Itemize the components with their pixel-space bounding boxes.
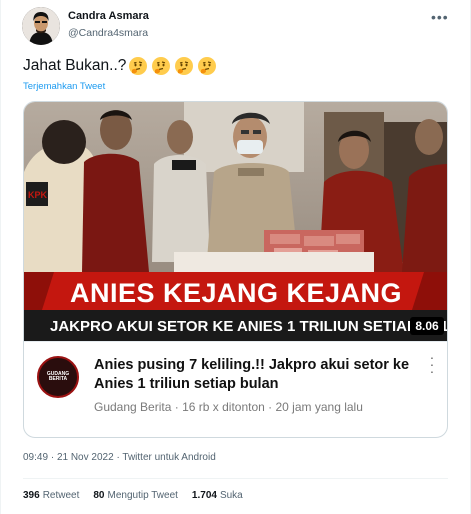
video-headline: ANIES KEJANG KEJANG [70,278,402,308]
video-thumbnail[interactable]: KPK ANIES KEJANG KEJANG JAKPRO AKUI SETO… [24,102,448,341]
avatar[interactable] [22,7,60,45]
tweet-stats: 396 Retweet 80 Mengutip Tweet 1.704 Suka [23,490,257,501]
retweets-count: 396 [23,490,40,501]
footer-separator: · [116,452,120,463]
quotes-stat[interactable]: 80 Mengutip Tweet [93,490,178,501]
video-info: GUDANG BERITA Anies pusing 7 keliling.!!… [24,341,447,437]
retweets-label: Retweet [42,490,80,501]
video-ticker: JAKPRO AKUI SETOR KE ANIES 1 TRILIUN SET… [50,318,448,335]
thinking-face-icon [129,57,148,75]
tweet-date[interactable]: 21 Nov 2022 [57,452,114,463]
user-handle[interactable]: @Candra4smara [68,27,148,39]
meta-separator: · [268,400,273,414]
likes-label: Suka [219,490,243,501]
thinking-face-icon [175,57,194,75]
thinking-face-icon [198,57,217,75]
thinking-face-icon [152,57,171,75]
likes-stat[interactable]: 1.704 Suka [192,490,243,501]
divider [23,478,448,479]
tweet-text: Jahat Bukan..? [23,56,220,76]
tweet-client[interactable]: Twitter untuk Android [122,452,215,463]
media-card[interactable]: KPK ANIES KEJANG KEJANG JAKPRO AKUI SETO… [23,101,448,438]
video-meta: Gudang Berita · 16 rb x ditonton · 20 ja… [94,400,363,414]
video-more-icon[interactable]: · · · [429,350,435,378]
video-title[interactable]: Anies pusing 7 keliling.!! Jakpro akui s… [94,356,414,394]
tweet-timestamp: 09:49 · 21 Nov 2022 · Twitter untuk Andr… [23,452,216,463]
vest-kpk-label: KPK [28,190,48,200]
likes-count: 1.704 [191,490,217,501]
quotes-label: Mengutip Tweet [107,490,178,501]
more-options-icon[interactable]: ••• [431,9,449,25]
footer-separator: · [50,452,55,463]
quotes-count: 80 [93,490,105,501]
tweet-card: Candra Asmara @Candra4smara ••• Jahat Bu… [0,0,471,514]
meta-separator: · [174,400,179,414]
display-name[interactable]: Candra Asmara [68,10,149,22]
channel-name[interactable]: Gudang Berita [94,400,171,414]
tweet-body: Jahat Bukan..? [23,57,127,74]
retweets-stat[interactable]: 396 Retweet [23,490,79,501]
channel-logo[interactable]: GUDANG BERITA [37,356,79,398]
channel-logo-text: GUDANG BERITA [46,370,70,382]
upload-age: 20 jam yang lalu [275,400,363,414]
view-count: 16 rb x ditonton [182,400,265,414]
emoji-group [128,56,220,76]
translate-tweet-link[interactable]: Terjemahkan Tweet [23,81,105,92]
tweet-time[interactable]: 09:49 [23,452,48,463]
video-duration: 8.06 [415,319,439,333]
